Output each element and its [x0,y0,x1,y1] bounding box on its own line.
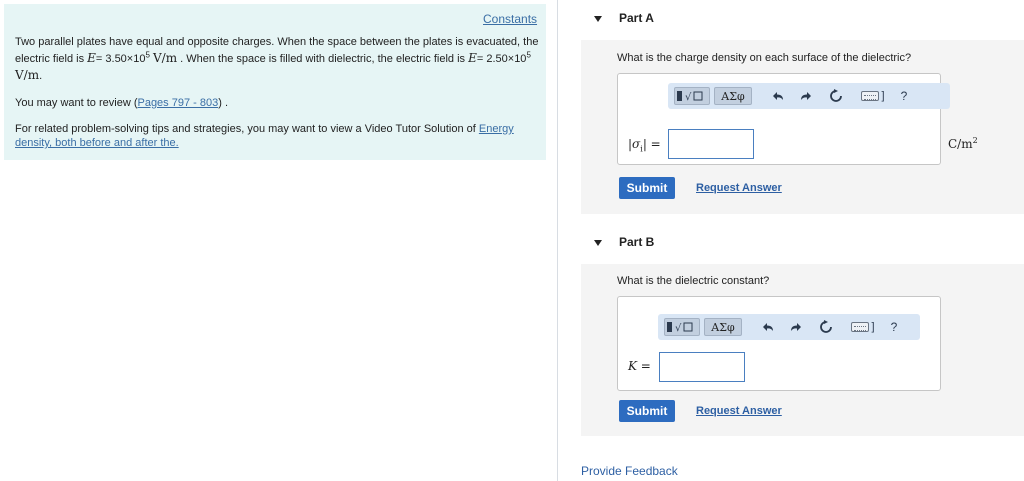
part-a-equals: = [650,137,661,151]
part-b-body: What is the dielectric constant? √ ΑΣφ ]… [581,264,1024,436]
e-field-dielectric-exp: 5 [526,50,531,60]
redo-icon[interactable] [798,87,814,105]
collapse-triangle-icon[interactable] [594,16,602,22]
panel-divider [557,0,558,481]
problem-text-3: . [39,70,43,82]
part-a-title: Part A [619,11,654,25]
sigma-subscript: i [640,144,643,154]
provide-feedback-link[interactable]: Provide Feedback [581,464,678,478]
review-prefix: You may want to review ( [15,97,138,109]
part-b-answer-box: √ ΑΣφ ] ? K = [617,296,941,391]
part-b-header[interactable]: Part B [581,226,1024,262]
e-field-vacuum-value: 3.50×10 [105,53,146,65]
template-icon[interactable]: √ [664,318,700,336]
tips-text: For related problem-solving tips and str… [15,122,541,150]
unit-vm-1: V/m [152,51,178,65]
tips-prefix: For related problem-solving tips and str… [15,123,479,135]
review-suffix: ) . [218,97,228,109]
keyboard-icon[interactable]: ] [848,318,878,336]
reset-icon[interactable] [828,87,844,105]
part-b-variable-label: K = [628,359,651,373]
part-a-unit: C/m2 [948,136,978,151]
problem-statement: Two parallel plates have equal and oppos… [15,34,541,84]
greek-symbols-button[interactable]: ΑΣφ [704,318,742,336]
problem-text-2: . When the space is filled with dielectr… [180,53,469,65]
redo-icon[interactable] [788,318,804,336]
e-field-var: E [87,51,96,65]
part-b-request-answer-link[interactable]: Request Answer [696,405,782,417]
eq-sign-2: = [476,53,487,65]
unit-vm-2: V/m [15,68,40,82]
help-icon[interactable]: ? [896,87,912,105]
part-a-question: What is the charge density on each surfa… [617,52,912,64]
constants-link[interactable]: Constants [483,12,537,26]
k-symbol: K [628,359,637,373]
collapse-triangle-icon[interactable] [594,240,602,246]
part-a-variable-label: |σi| = [628,137,661,154]
review-pages-link[interactable]: Pages 797 - 803 [137,97,218,109]
part-b-answer-input[interactable] [659,352,745,382]
e-field-dielectric-value: 2.50×10 [486,53,527,65]
undo-icon[interactable] [760,318,776,336]
svg-text:√: √ [675,323,682,334]
part-b-equals: = [640,359,651,373]
part-b-title: Part B [619,235,655,249]
keyboard-icon[interactable]: ] [858,87,888,105]
part-a-body: What is the charge density on each surfa… [581,40,1024,214]
part-a-answer-input[interactable] [668,129,754,159]
reset-icon[interactable] [818,318,834,336]
help-icon[interactable]: ? [886,318,902,336]
e-field-var-2: E [468,51,477,65]
part-b-submit-button[interactable]: Submit [619,400,675,422]
math-toolbar: √ ΑΣφ ] ? [658,314,920,340]
review-line: You may want to review (Pages 797 - 803)… [15,97,228,109]
part-a-submit-button[interactable]: Submit [619,177,675,199]
part-a-answer-box: √ ΑΣφ ] ? |σi| = C/m2 [617,73,978,165]
problem-info-panel: Constants Two parallel plates have equal… [4,4,546,160]
part-a-request-answer-link[interactable]: Request Answer [696,182,782,194]
unit-exp: 2 [972,136,978,145]
eq-sign: = [95,53,106,65]
math-toolbar: √ ΑΣφ ] ? [668,83,950,109]
template-icon[interactable]: √ [674,87,710,105]
unit-base: C/m [948,137,973,151]
svg-text:√: √ [685,92,692,103]
undo-icon[interactable] [770,87,786,105]
part-a-header[interactable]: Part A [581,2,1024,38]
e-field-vacuum-exp: 5 [145,50,150,60]
greek-symbols-button[interactable]: ΑΣφ [714,87,752,105]
part-b-question: What is the dielectric constant? [617,275,770,287]
